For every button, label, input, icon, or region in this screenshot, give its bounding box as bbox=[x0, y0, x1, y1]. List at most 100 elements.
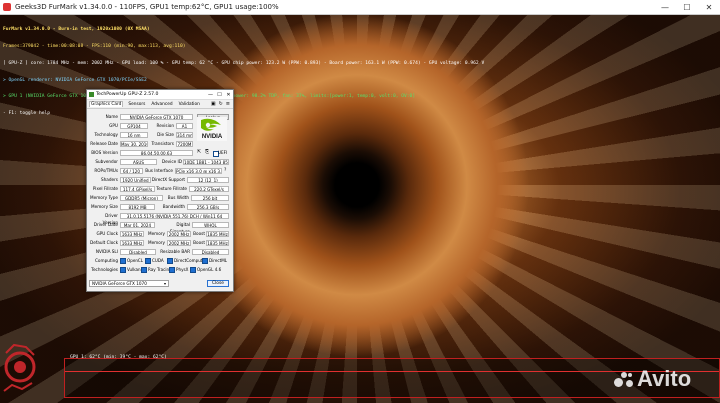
computing-cuda: CUDA bbox=[145, 257, 164, 264]
texture-fillrate-label: Texture Fillrate bbox=[156, 186, 187, 191]
refresh-icon[interactable]: ↻ bbox=[219, 101, 223, 107]
nvidia-sli-value: Disabled bbox=[120, 248, 156, 255]
computing-opencl: OpenCL bbox=[120, 257, 143, 264]
default-boost-label: Boost bbox=[193, 240, 205, 245]
driver-version-value: 31.0.15.5176 (NVIDIA 551.76) DCH / Win11… bbox=[120, 212, 229, 219]
die-size-value: 314 mm² bbox=[176, 131, 193, 138]
gpu-value: GP104 bbox=[120, 122, 148, 129]
technologies-label: Technologies bbox=[91, 267, 118, 272]
technology-value: 16 nm bbox=[120, 131, 148, 138]
release-date-value: May 30, 2016 bbox=[120, 140, 148, 147]
gpuz-window: TechPowerUp GPU-Z 2.57.0 — ☐ ✕ Graphics … bbox=[86, 89, 234, 292]
transistors-label: Transistors bbox=[151, 141, 174, 146]
close-window-button[interactable]: ✕ bbox=[698, 3, 720, 12]
subvendor-label: Subvendor bbox=[95, 159, 118, 164]
check-icon bbox=[141, 267, 147, 273]
gpuz-tabs: Graphics Card Sensors Advanced Validatio… bbox=[87, 100, 233, 109]
gpuz-maximize-button[interactable]: ☐ bbox=[215, 92, 224, 98]
memory-clock-value: 2002 MHz bbox=[167, 230, 191, 237]
bios-save-icon[interactable]: ⎘ bbox=[205, 149, 209, 156]
tech-physx: PhysX bbox=[169, 266, 188, 273]
gpu-label: GPU bbox=[109, 123, 118, 128]
uefi-label: UEFI bbox=[218, 150, 228, 155]
avito-logo-icon bbox=[614, 369, 634, 389]
driver-date-label: Driver Date bbox=[93, 222, 118, 227]
menu-icon[interactable]: ≡ bbox=[226, 101, 230, 107]
bus-interface-label: Bus Interface bbox=[145, 168, 173, 173]
tech-vulkan: Vulkan bbox=[120, 266, 141, 273]
gpuz-app-icon bbox=[89, 92, 94, 97]
shaders-value: 1920 Unified bbox=[120, 176, 151, 183]
device-id-label: Device ID bbox=[161, 159, 182, 164]
gpuz-title-bar: TechPowerUp GPU-Z 2.57.0 — ☐ ✕ bbox=[87, 90, 233, 100]
osd-line: > GPU 1 (NVIDIA GeForce GTX 1070) - core… bbox=[3, 94, 416, 100]
gpuz-close-dialog-button[interactable]: Close bbox=[207, 280, 229, 287]
gpuz-title: TechPowerUp GPU-Z 2.57.0 bbox=[96, 92, 159, 97]
memory-type-value: GDDR5 (Micron) bbox=[120, 194, 163, 201]
die-size-label: Die Size bbox=[157, 132, 174, 137]
check-icon bbox=[120, 258, 126, 264]
avito-watermark: Avito bbox=[614, 366, 691, 392]
window-title: Geeks3D FurMark v1.34.0.0 - 110FPS, GPU1… bbox=[15, 3, 279, 11]
default-memory-label: Memory bbox=[147, 240, 165, 245]
name-label: Name bbox=[105, 114, 118, 119]
osd-line: Frames:379042 - time:00:08:08 - FPS:110 … bbox=[3, 43, 186, 49]
computing-directml: DirectML bbox=[202, 257, 227, 264]
computing-label: Computing bbox=[95, 258, 118, 263]
computing-directcompute: DirectCompute bbox=[167, 257, 205, 264]
temperature-graph-label: GPU 1: 62°C (min: 39°C - max: 62°C) bbox=[70, 355, 167, 360]
gpuz-minimize-button[interactable]: — bbox=[206, 92, 215, 98]
camera-icon[interactable]: ▣ bbox=[211, 101, 216, 107]
shaders-label: Shaders bbox=[100, 177, 118, 182]
boost-clock-value: 1835 MHz bbox=[206, 230, 229, 237]
name-value: NVIDIA GeForce GTX 1070 bbox=[120, 113, 193, 120]
rops-tmus-label: ROPs/TMUs bbox=[94, 168, 118, 173]
tech-opengl: OpenGL 4.6 bbox=[190, 266, 221, 273]
resizable-bar-label: Resizable BAR bbox=[160, 249, 190, 254]
boost-clock-label: Boost bbox=[193, 231, 205, 236]
check-icon bbox=[167, 258, 173, 264]
memory-size-value: 8192 MB bbox=[120, 203, 155, 210]
gpu-clock-label: GPU Clock bbox=[96, 231, 118, 236]
gpu-clock-value: 1633 MHz bbox=[120, 230, 144, 237]
subvendor-value: ASUS bbox=[120, 158, 157, 165]
tab-graphics-card[interactable]: Graphics Card bbox=[89, 101, 124, 107]
directx-value: 12 (12_1) bbox=[187, 176, 229, 183]
nvidia-logo: NVIDIA bbox=[197, 117, 227, 141]
texture-fillrate-value: 220.2 GTexel/s bbox=[189, 185, 229, 192]
card-select-value: NVIDIA GeForce GTX 1070 bbox=[92, 281, 147, 286]
default-clock-value: 1633 MHz bbox=[120, 239, 144, 246]
tab-advanced[interactable]: Advanced bbox=[150, 102, 173, 107]
memory-clock-label: Memory bbox=[147, 231, 165, 236]
technology-label: Technology bbox=[94, 132, 118, 137]
bios-value: 86.04.50.00.63 bbox=[120, 149, 193, 156]
chevron-down-icon: ▾ bbox=[163, 281, 166, 286]
gpuz-close-button[interactable]: ✕ bbox=[224, 92, 233, 98]
bus-help-button[interactable]: ? bbox=[224, 167, 226, 174]
minimize-button[interactable]: — bbox=[654, 3, 676, 12]
rops-tmus-value: 64 / 120 bbox=[120, 167, 143, 174]
furmark-logo bbox=[3, 343, 36, 392]
tab-validation[interactable]: Validation bbox=[178, 102, 201, 107]
device-id-value: 10DE 1B81 - 1043 8599 bbox=[183, 158, 229, 165]
transistors-value: 7200M bbox=[176, 140, 193, 147]
osd-line: > OpenGL renderer: NVIDIA GeForce GTX 10… bbox=[3, 77, 147, 83]
title-bar: Geeks3D FurMark v1.34.0.0 - 110FPS, GPU1… bbox=[0, 0, 720, 15]
memory-type-label: Memory Type bbox=[90, 195, 118, 200]
check-icon bbox=[190, 267, 196, 273]
check-icon bbox=[145, 258, 151, 264]
gpuz-footer: NVIDIA GeForce GTX 1070 ▾ Close bbox=[89, 280, 230, 288]
bus-width-value: 256 bit bbox=[191, 194, 229, 201]
bios-share-icon[interactable]: ⇱ bbox=[197, 149, 201, 156]
osd-overlay: FurMark v1.34.0.0 - Burn-in test, 1920x1… bbox=[3, 16, 484, 122]
revision-value: A1 bbox=[176, 122, 193, 129]
check-icon bbox=[120, 267, 126, 273]
maximize-button[interactable]: ☐ bbox=[676, 3, 698, 12]
tab-sensors[interactable]: Sensors bbox=[127, 102, 146, 107]
osd-line: FurMark v1.34.0.0 - Burn-in test, 1920x1… bbox=[3, 27, 150, 33]
card-select-dropdown[interactable]: NVIDIA GeForce GTX 1070 ▾ bbox=[89, 280, 169, 287]
osd-line: [ GPU-Z ] core: 1784 MHz - mem: 2002 MHz… bbox=[3, 60, 485, 66]
tech-ray-tracing: Ray Tracing bbox=[141, 266, 172, 273]
default-clock-label: Default Clock bbox=[89, 240, 118, 245]
bandwidth-value: 256.3 GB/s bbox=[187, 203, 229, 210]
